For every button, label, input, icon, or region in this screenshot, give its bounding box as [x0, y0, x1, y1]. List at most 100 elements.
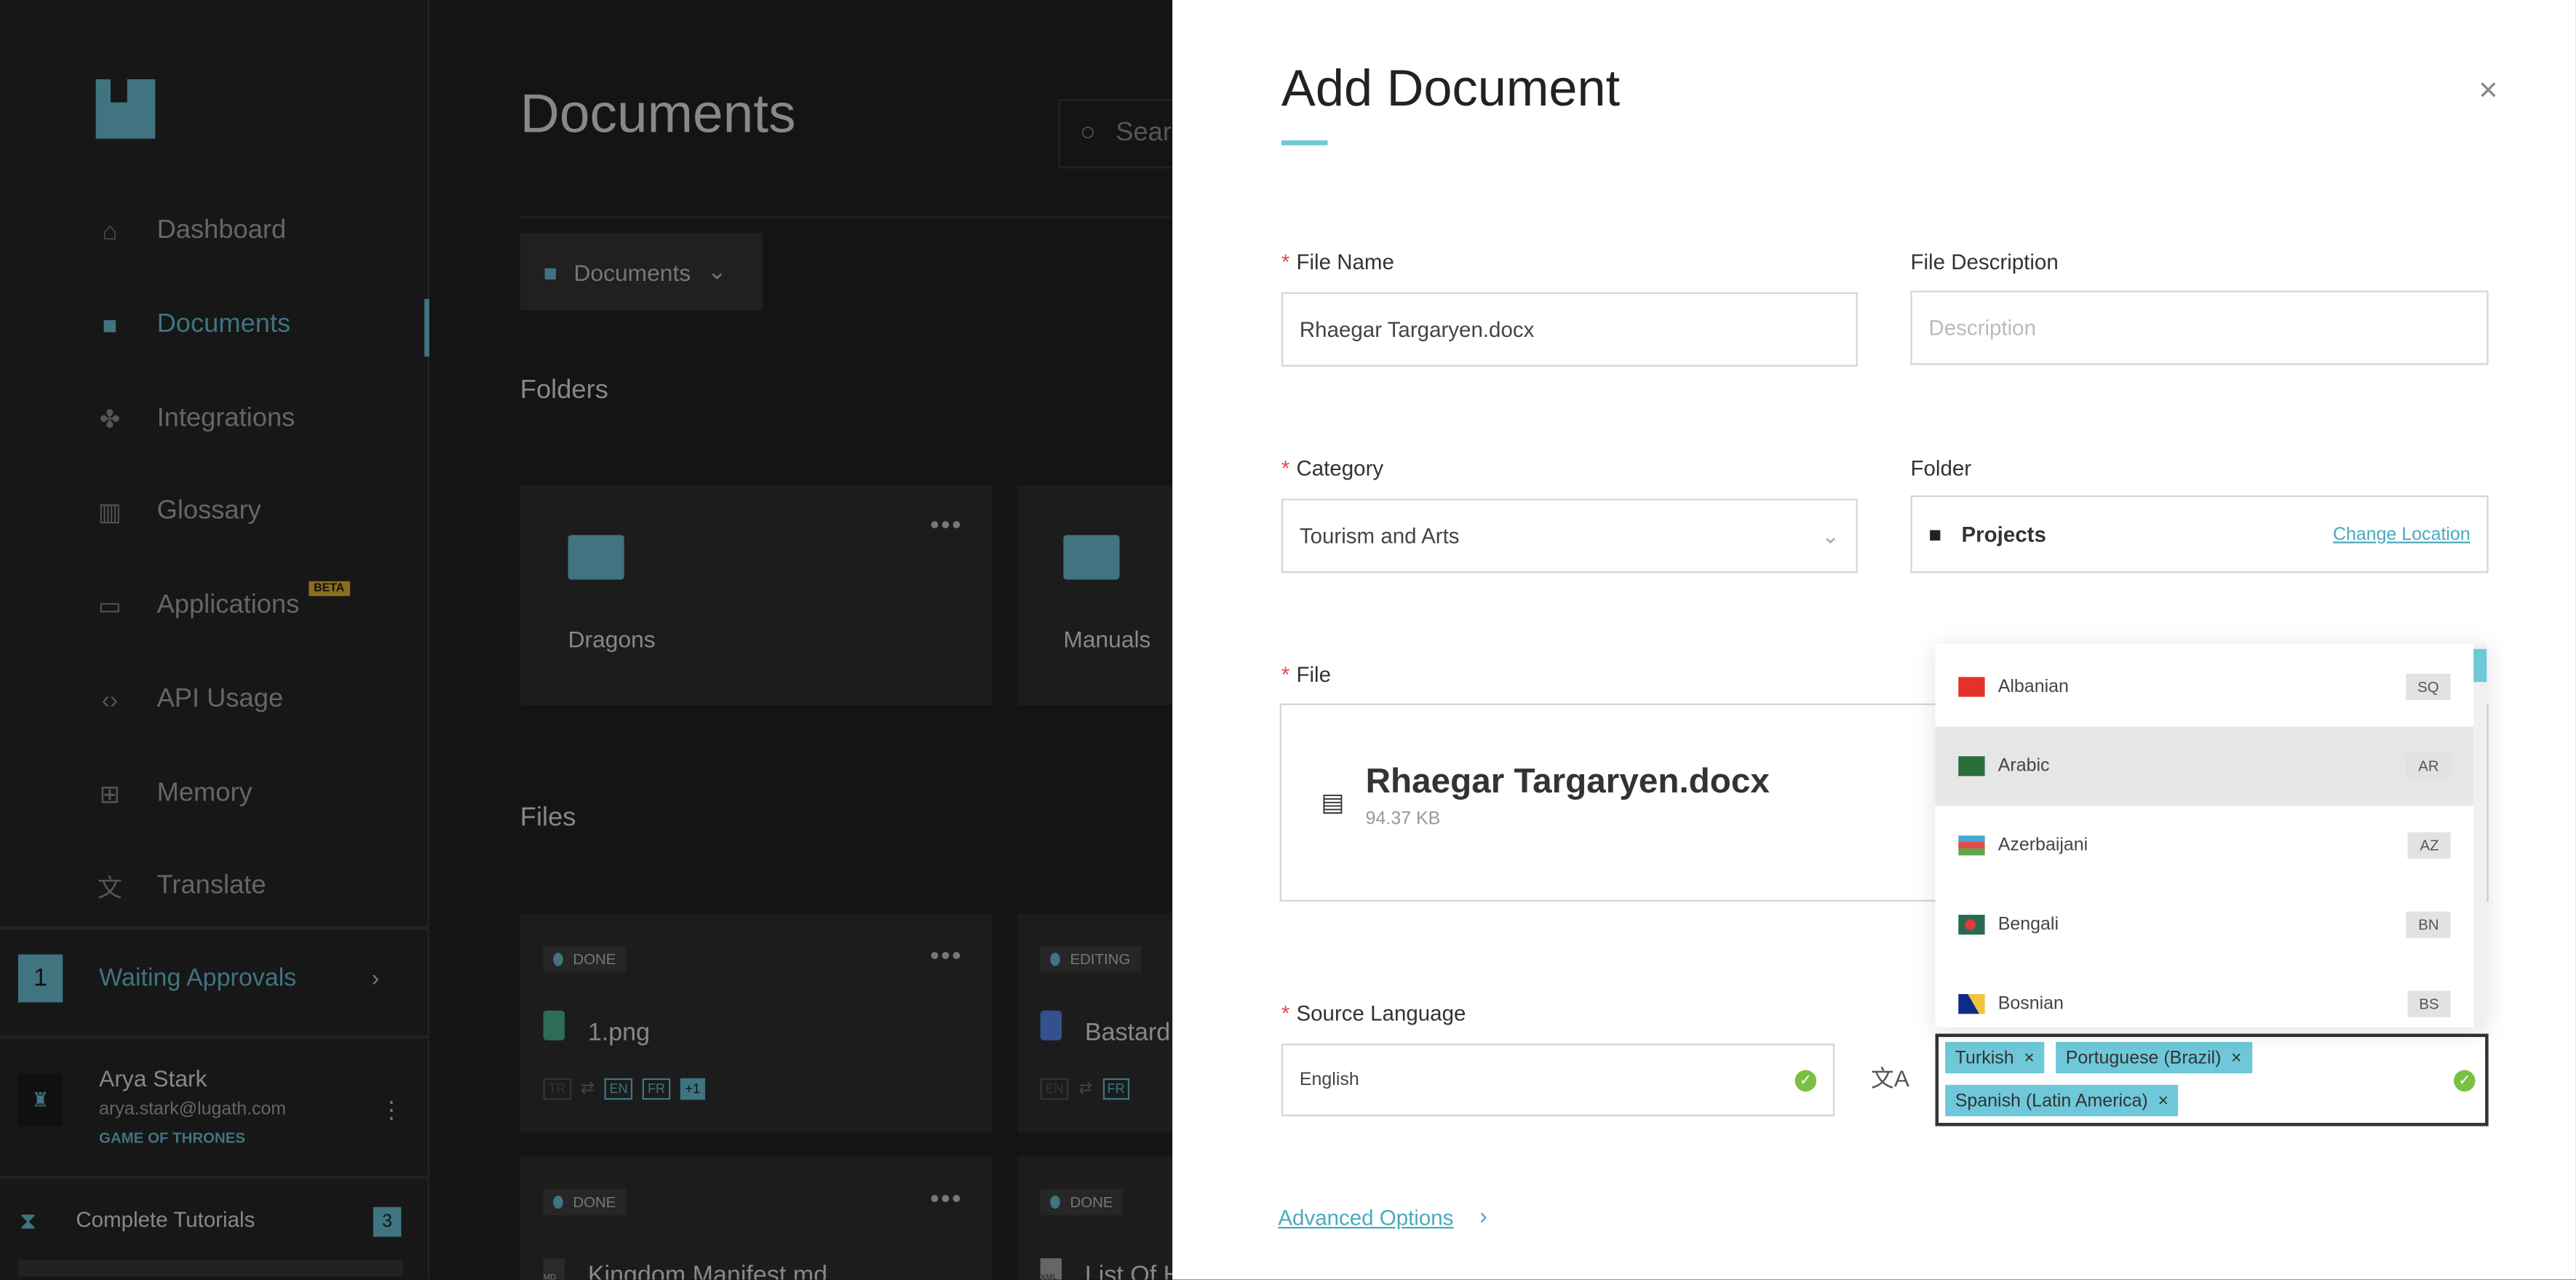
sidebar-item-documents[interactable]: ■ Documents: [96, 306, 291, 345]
swap-icon: ⇄: [1078, 1080, 1093, 1099]
file-name-input[interactable]: Rhaegar Targaryen.docx: [1281, 292, 1858, 367]
code-icon: ‹›: [101, 685, 119, 715]
file-name: Bastard: [1084, 1019, 1171, 1047]
folder-icon: ■: [102, 311, 118, 340]
target-languages-input[interactable]: Turkish × Portuguese (Brazil) × Spanish (L…: [1935, 1033, 2489, 1126]
uploaded-file-name: Rhaegar Targaryen.docx: [1365, 763, 1770, 801]
folder-value: Projects: [1961, 522, 2046, 547]
file-description-label: File Description: [1910, 249, 2059, 274]
divider: [0, 1035, 429, 1039]
scrollbar-thumb[interactable]: [2473, 648, 2487, 683]
language-option-albanian[interactable]: Albanian SQ: [1936, 648, 2474, 727]
nav-label: Dashboard: [156, 216, 287, 245]
devices-icon: ▭: [98, 592, 122, 621]
nav-label: Glossary: [156, 497, 261, 525]
language-option-bengali[interactable]: Bengali BN: [1936, 885, 2474, 964]
folder-field: ■ Projects Change Location: [1910, 495, 2489, 573]
language-option-bosnian[interactable]: Bosnian BS: [1936, 964, 2474, 1027]
language-dropdown: Albanian SQ Arabic AR Azerbaijani AZ Bengal…: [1935, 643, 2487, 1027]
status-badge: DONE: [543, 946, 627, 973]
divider: [0, 1175, 429, 1180]
language-option-azerbaijani[interactable]: Azerbaijani AZ: [1936, 806, 2474, 885]
avatar[interactable]: ♜: [17, 1073, 63, 1126]
bosnia-flag-icon: [1958, 994, 1985, 1014]
book-icon: ▥: [98, 498, 122, 527]
waiting-count-badge: 1: [17, 954, 63, 1003]
chevron-right-icon[interactable]: ›: [1479, 1202, 1487, 1228]
target-tag: FR: [643, 1078, 670, 1100]
sidebar-item-applications[interactable]: ▭ Applications: [96, 587, 300, 626]
sidebar-item-api-usage[interactable]: ‹› API Usage: [96, 680, 284, 720]
more-targets-tag: +1: [680, 1078, 705, 1100]
file-card[interactable]: DONE ••• MD Kingdom Manifest.md: [520, 1156, 993, 1280]
beta-badge: BETA: [309, 581, 350, 597]
waiting-approvals-link[interactable]: Waiting Approvals: [99, 964, 296, 993]
chevron-right-icon[interactable]: ›: [372, 964, 380, 990]
more-icon[interactable]: •••: [930, 512, 963, 541]
change-location-link[interactable]: Change Location: [2333, 524, 2470, 544]
image-file-icon: [543, 1010, 565, 1041]
language-tags: EN ⇄ FR: [1040, 1078, 1130, 1100]
saudi-flag-icon: [1958, 756, 1985, 776]
dropdown-scrollbar[interactable]: [2473, 643, 2487, 1027]
source-tag: TR: [543, 1078, 571, 1100]
check-icon: ✓: [1794, 1069, 1817, 1091]
folder-name: Manuals: [1063, 626, 1151, 653]
sidebar-item-integrations[interactable]: ✤ Integrations: [96, 399, 295, 439]
uploaded-file-size: 94.37 KB: [1365, 808, 1441, 830]
panel-title: Add Document: [1281, 59, 1621, 118]
nav-label: Memory: [156, 779, 253, 808]
sidebar-item-translate[interactable]: 文 Translate: [96, 867, 266, 906]
source-language-value: English: [1299, 1070, 1359, 1090]
user-menu-icon[interactable]: ⋮: [380, 1097, 403, 1125]
xml-file-icon: XML: [1040, 1258, 1062, 1280]
source-tag: EN: [1040, 1078, 1069, 1100]
search-icon: ○: [1080, 119, 1097, 147]
translate-icon: 文A: [1871, 1065, 1909, 1092]
sidebar-item-memory[interactable]: ⊞ Memory: [96, 774, 253, 814]
file-name: 1.png: [587, 1019, 651, 1047]
puzzle-icon: ✤: [99, 406, 121, 434]
folder-icon: [568, 535, 624, 580]
divider: [520, 216, 1247, 218]
category-select[interactable]: Tourism and Arts ⌄: [1281, 498, 1858, 573]
language-tags: TR ⇄ EN FR +1: [543, 1078, 705, 1100]
remove-chip-icon[interactable]: ×: [2231, 1048, 2242, 1068]
sidebar-item-glossary[interactable]: ▥ Glossary: [96, 492, 261, 531]
remove-chip-icon[interactable]: ×: [2024, 1048, 2035, 1068]
folder-select[interactable]: ■ Documents ⌄: [520, 232, 763, 311]
close-icon[interactable]: ×: [2478, 73, 2498, 111]
files-heading: Files: [520, 804, 576, 832]
doc-file-icon: [1040, 1010, 1062, 1041]
folder-card[interactable]: ••• Dragons: [520, 485, 993, 705]
more-icon[interactable]: •••: [930, 943, 963, 973]
folder-icon: [1063, 535, 1120, 580]
document-icon: ▤: [1321, 789, 1345, 818]
status-badge: DONE: [1040, 1188, 1124, 1216]
source-language-select[interactable]: English ✓: [1281, 1044, 1835, 1116]
folder-icon: ■: [1928, 522, 1942, 547]
albania-flag-icon: [1958, 677, 1985, 697]
language-option-arabic[interactable]: Arabic AR: [1935, 726, 2474, 806]
more-icon[interactable]: •••: [930, 1185, 963, 1215]
tutorial-progress-bar: [17, 1260, 403, 1277]
app-logo[interactable]: [95, 79, 156, 139]
folder-label: Folder: [1910, 456, 1972, 481]
md-file-icon: MD: [543, 1258, 565, 1280]
tutorials-count: 3: [373, 1207, 402, 1237]
folder-select-label: Documents: [573, 258, 691, 285]
organization-name: GAME OF THRONES: [99, 1129, 246, 1146]
file-card[interactable]: DONE ••• 1.png TR ⇄ EN FR +1: [520, 913, 993, 1133]
target-language-chip: Portuguese (Brazil) ×: [2056, 1041, 2252, 1073]
folder-name: Dragons: [568, 626, 656, 653]
nav-label: Applications: [156, 591, 300, 619]
status-badge: EDITING: [1040, 946, 1140, 973]
divider: [0, 926, 429, 930]
remove-chip-icon[interactable]: ×: [2158, 1091, 2168, 1110]
advanced-options-link[interactable]: Advanced Options: [1278, 1206, 1453, 1231]
check-icon: ✓: [2454, 1070, 2476, 1092]
target-tag: EN: [604, 1078, 633, 1100]
sidebar-item-dashboard[interactable]: ⌂ Dashboard: [96, 211, 287, 250]
file-description-input[interactable]: Description: [1910, 290, 2489, 365]
tutorials-label[interactable]: Complete Tutorials: [76, 1207, 255, 1232]
